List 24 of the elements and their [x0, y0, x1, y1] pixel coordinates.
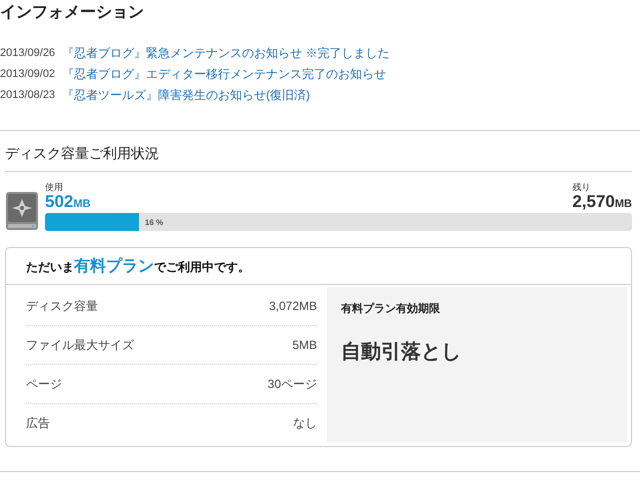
- section-title: ディスク容量ご利用状況: [5, 144, 160, 163]
- spec-label: 広告: [26, 414, 50, 432]
- spec-label: ファイル最大サイズ: [26, 336, 134, 354]
- news-link[interactable]: 『忍者ツールズ』障害発生のお知らせ(復旧済): [62, 86, 310, 104]
- expiry-value: 自動引落とし: [341, 340, 462, 365]
- spec-value: 3,072MB: [268, 299, 317, 313]
- spec-label: ページ: [26, 376, 62, 392]
- remaining-label: 残り: [572, 182, 592, 193]
- spec-value: 30ページ: [268, 376, 317, 392]
- usage-percent: 16 %: [144, 218, 164, 226]
- remaining-value: 2,570MB: [572, 193, 632, 213]
- news-link[interactable]: 『忍者ブログ』緊急メンテナンスのお知らせ ※完了しました: [62, 44, 390, 62]
- section-title: インフォメーション: [0, 3, 145, 23]
- plan-heading: ただいま有料プランでご利用中です。: [26, 256, 250, 276]
- spec-label: ディスク容量: [26, 298, 98, 314]
- expiry-label: 有料プラン有効期限: [341, 302, 441, 316]
- spec-value: なし: [293, 414, 317, 432]
- news-date: 2013/09/02: [0, 67, 56, 82]
- news-link[interactable]: 『忍者ブログ』エディター移行メンテナンス完了のお知らせ: [62, 65, 386, 83]
- news-date: 2013/08/23: [0, 88, 56, 103]
- used-value: 502MB: [45, 193, 90, 213]
- spec-value: 5MB: [292, 338, 317, 352]
- used-label: 使用: [45, 182, 64, 193]
- news-date: 2013/09/26: [0, 46, 56, 61]
